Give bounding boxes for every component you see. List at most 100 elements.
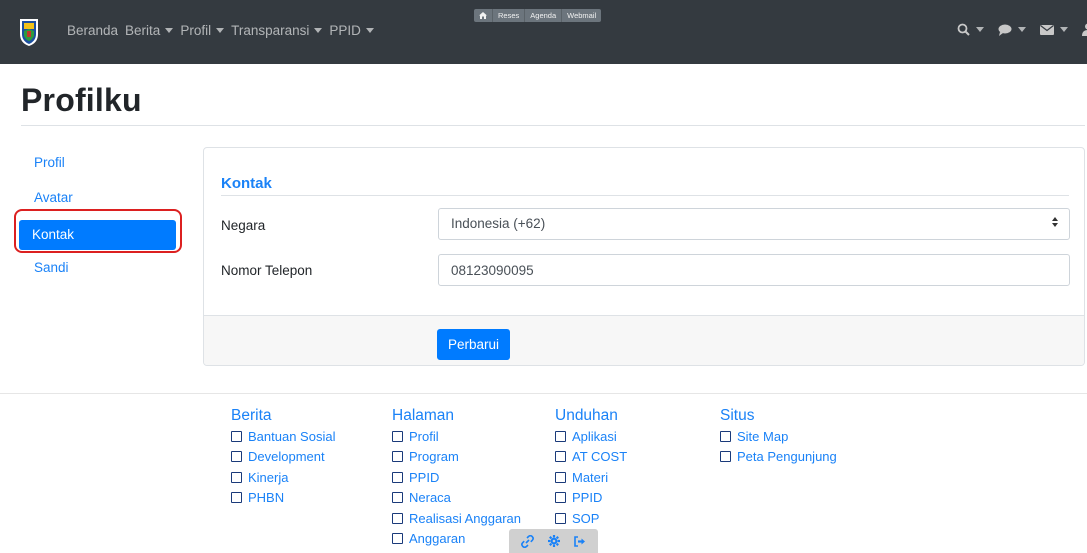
- footer-link[interactable]: Site Map: [720, 426, 837, 447]
- footer-link[interactable]: SOP: [555, 508, 627, 529]
- country-select-value: Indonesia (+62): [451, 216, 546, 231]
- square-icon: [555, 471, 566, 483]
- card-footer: Perbarui: [204, 315, 1084, 365]
- section-divider: [221, 195, 1069, 196]
- square-icon: [231, 451, 242, 463]
- footer-link-label: Neraca: [409, 490, 451, 506]
- footer-link[interactable]: Anggaran: [392, 529, 521, 550]
- nav-transparansi[interactable]: Transparansi: [231, 23, 323, 38]
- footer-link[interactable]: Bantuan Sosial: [231, 426, 335, 447]
- footer-link[interactable]: Materi: [555, 467, 627, 488]
- messages-dropdown[interactable]: [1040, 24, 1068, 35]
- nav-berita[interactable]: Berita: [125, 23, 174, 38]
- nav-label: Transparansi: [231, 23, 310, 38]
- footer-column-berita: Berita Bantuan Sosial Development Kinerj…: [231, 407, 335, 508]
- sidebar-item-sandi[interactable]: Sandi: [21, 255, 181, 290]
- active-item-highlight-outline: [14, 209, 182, 253]
- footer-link-label: Realisasi Anggaran: [409, 510, 522, 526]
- footer-link[interactable]: PPID: [392, 467, 521, 488]
- footer-link-label: Peta Pengunjung: [737, 449, 837, 465]
- page-title: Profilku: [21, 82, 142, 118]
- search-dropdown[interactable]: [957, 23, 984, 36]
- square-icon: [231, 430, 242, 442]
- link-button[interactable]: [521, 534, 534, 548]
- envelope-icon: [1040, 24, 1054, 35]
- square-icon: [555, 451, 566, 463]
- footer-heading: Halaman: [392, 407, 455, 424]
- footer-link[interactable]: Program: [392, 447, 521, 468]
- user-dropdown[interactable]: [1082, 23, 1087, 36]
- gear-icon: [548, 535, 560, 547]
- footer-link-label: Site Map: [737, 428, 789, 444]
- nav-beranda[interactable]: Beranda: [67, 23, 118, 38]
- footer-link[interactable]: Profil: [392, 426, 521, 447]
- footer-link[interactable]: Development: [231, 447, 335, 468]
- link-icon: [521, 534, 534, 548]
- footer-link-label: Materi: [572, 469, 609, 485]
- footer-link-label: Profil: [409, 428, 439, 444]
- footer-link[interactable]: PPID: [555, 488, 627, 509]
- contact-card: Kontak Negara Indonesia (+62) Nomor Tele…: [203, 147, 1085, 366]
- floating-toolbar: [509, 529, 598, 553]
- phone-input[interactable]: [438, 254, 1070, 286]
- settings-button[interactable]: [548, 535, 560, 547]
- caret-down-icon: [165, 28, 174, 33]
- sign-out-icon: [574, 535, 585, 547]
- footer-link-label: SOP: [572, 510, 600, 526]
- comment-icon: [998, 24, 1012, 36]
- country-select[interactable]: Indonesia (+62): [438, 208, 1070, 240]
- caret-down-icon: [976, 27, 984, 32]
- footer-divider: [0, 393, 1087, 394]
- section-title: Kontak: [221, 175, 272, 192]
- square-icon: [720, 430, 731, 442]
- footer-link-label: Program: [409, 449, 459, 465]
- nav-ppid[interactable]: PPID: [329, 23, 374, 38]
- main-nav: Beranda Berita Profil Transparansi PPID: [67, 23, 374, 38]
- top-navbar: Beranda Berita Profil Transparansi PPID …: [0, 0, 1087, 64]
- select-arrows-icon: [1052, 217, 1058, 227]
- footer-link-label: Kinerja: [248, 469, 289, 485]
- footer-link[interactable]: Kinerja: [231, 467, 335, 488]
- nav-label: PPID: [329, 23, 361, 38]
- footer-link-label: Aplikasi: [572, 428, 617, 444]
- square-icon: [392, 512, 403, 524]
- nav-profil[interactable]: Profil: [180, 23, 225, 38]
- square-icon: [392, 451, 403, 463]
- footer-link-label: PHBN: [248, 490, 285, 506]
- footer-link-label: Anggaran: [409, 531, 466, 547]
- nav-label: Beranda: [67, 23, 119, 38]
- search-icon: [957, 23, 970, 36]
- caret-down-icon: [216, 28, 225, 33]
- footer-link[interactable]: Neraca: [392, 488, 521, 509]
- footer-heading: Unduhan: [555, 407, 618, 424]
- square-icon: [392, 430, 403, 442]
- country-label: Negara: [221, 218, 266, 233]
- square-icon: [231, 492, 242, 504]
- footer-link[interactable]: PHBN: [231, 488, 335, 509]
- footer-link-label: Development: [248, 449, 325, 465]
- reses-mini-link[interactable]: Reses: [493, 9, 526, 22]
- webmail-mini-link[interactable]: Webmail: [562, 9, 601, 22]
- caret-down-icon: [1018, 27, 1026, 32]
- home-mini-link[interactable]: [474, 9, 493, 22]
- footer-link-label: PPID: [572, 490, 603, 506]
- footer-column-situs: Situs Site Map Peta Pengunjung: [720, 407, 837, 467]
- mini-topbar: Reses Agenda Webmail: [474, 9, 602, 22]
- footer-heading: Situs: [720, 407, 755, 424]
- update-button[interactable]: Perbarui: [437, 329, 511, 360]
- nav-label: Berita: [125, 23, 161, 38]
- footer-link-label: AT COST: [572, 449, 628, 465]
- logout-button[interactable]: [574, 535, 586, 547]
- navbar-right-tools: [957, 23, 1087, 36]
- square-icon: [555, 430, 566, 442]
- footer-column-halaman: Halaman Profil Program PPID Neraca Reali…: [392, 407, 521, 549]
- footer-link[interactable]: Aplikasi: [555, 426, 627, 447]
- square-icon: [720, 451, 731, 463]
- comments-dropdown[interactable]: [998, 24, 1026, 36]
- logo-emblem-icon[interactable]: [18, 17, 40, 47]
- agenda-mini-link[interactable]: Agenda: [525, 9, 563, 22]
- footer-link[interactable]: AT COST: [555, 447, 627, 468]
- footer-link[interactable]: Realisasi Anggaran: [392, 508, 521, 529]
- sidebar-item-profil[interactable]: Profil: [21, 150, 181, 185]
- footer-link[interactable]: Peta Pengunjung: [720, 447, 837, 468]
